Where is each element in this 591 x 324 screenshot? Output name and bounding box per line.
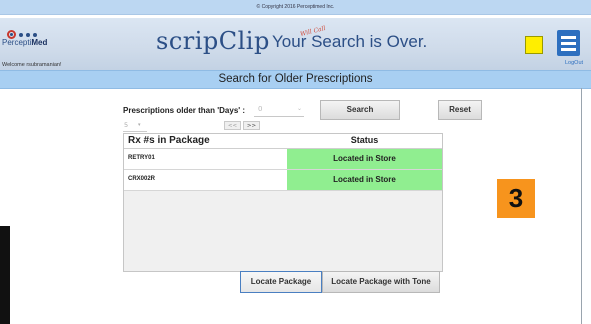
content-border [581, 88, 582, 324]
app-header: PerceptiMed Welcome rsubramanian! scripC… [0, 18, 591, 70]
perceptimed-logo: PerceptiMed [2, 24, 72, 60]
page-title: Search for Older Prescriptions [0, 70, 591, 89]
logo-dots-icon [7, 24, 40, 39]
reset-button[interactable]: Reset [438, 100, 482, 120]
dropdown-arrow-icon: ⌄ [297, 105, 303, 112]
search-button[interactable]: Search [320, 100, 400, 120]
status-cell: Located in Store [287, 170, 442, 190]
step-number-badge: 3 [497, 179, 535, 218]
page-size-value: 5 [124, 121, 129, 129]
status-indicator[interactable] [525, 36, 543, 54]
days-label: Prescriptions older than 'Days' : [123, 106, 246, 115]
previous-page-button[interactable]: << [224, 121, 241, 130]
table-row[interactable]: RETRY01 Located in Store [124, 149, 442, 170]
tagline: Your Search is Over. [272, 32, 428, 51]
status-cell: Located in Store [287, 149, 442, 169]
chevron-down-icon: ▾ [138, 122, 141, 128]
table-header: Rx #s in Package Status [124, 134, 442, 149]
left-edge-strip [0, 226, 10, 324]
days-input[interactable]: 0 ⌄ [254, 103, 304, 117]
days-value: 0 [258, 105, 263, 113]
rx-column-header: Rx #s in Package [128, 135, 210, 146]
status-column-header: Status [350, 135, 379, 145]
page-size-select[interactable]: 5 ▾ [123, 121, 147, 132]
copyright-bar: © Copyright 2016 Perceptimed Inc. [0, 0, 591, 15]
logout-link[interactable]: LogOut [565, 60, 583, 66]
logo-wordmark: PerceptiMed [2, 38, 48, 47]
rx-number: RETRY01 [128, 155, 155, 161]
next-page-button[interactable]: >> [243, 121, 260, 130]
menu-button[interactable] [557, 30, 580, 56]
brand-title: scripClip [156, 27, 270, 55]
rx-number: CRX002R [128, 176, 156, 182]
locate-package-button[interactable]: Locate Package [240, 271, 322, 293]
locate-package-with-tone-button[interactable]: Locate Package with Tone [322, 271, 440, 293]
welcome-message: Welcome rsubramanian! [2, 62, 62, 68]
table-row[interactable]: CRX002R Located in Store [124, 170, 442, 191]
results-table: Rx #s in Package Status RETRY01 Located … [123, 133, 443, 272]
